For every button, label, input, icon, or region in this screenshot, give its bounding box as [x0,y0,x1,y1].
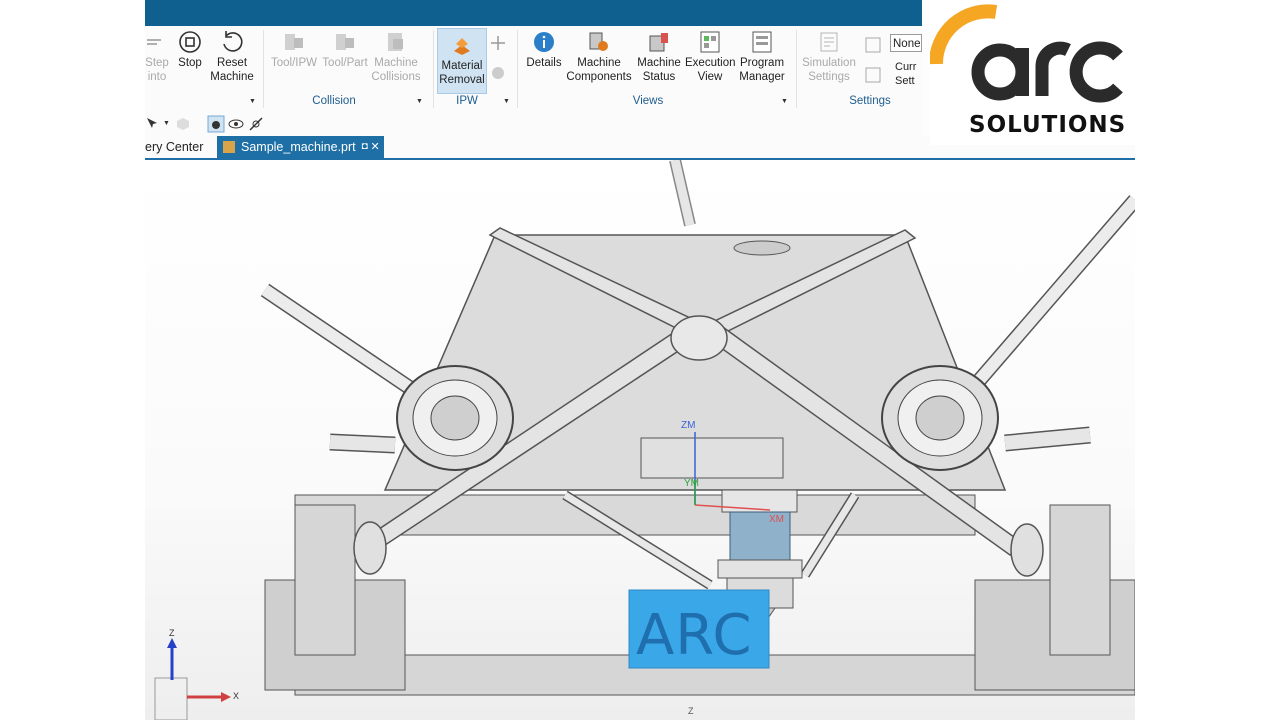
current-settings-button[interactable]: Curr Sett [895,60,925,88]
machine-collisions-button[interactable]: Machine Collisions [371,26,421,84]
stop-button[interactable]: Stop [174,26,206,70]
ribbon: Step into Stop Reset Machine ▼ Tool/IPW … [145,26,922,113]
step-into-icon [147,39,161,45]
machine-status-button[interactable]: Machine Status [635,26,683,84]
info-icon [534,32,554,52]
chevron-down-icon[interactable]: ▼ [416,98,423,105]
execution-view-button[interactable]: Execution View [685,26,736,84]
simulation-settings-button[interactable]: Simulation Settings [800,26,858,84]
workpiece-engraving: ARC [636,603,753,668]
group-settings: Settings [849,95,891,107]
reset-machine-label: Reset Machine [210,57,254,83]
top-port [733,240,791,256]
bottom-axis-label: Z [688,706,694,716]
ipw-small-icon[interactable] [489,64,507,82]
tool-part-label: Tool/Part [322,57,368,69]
details-label: Details [526,57,562,69]
machine-collisions-label: Machine Collisions [371,57,421,83]
stop-icon [179,31,201,53]
central-hub [670,315,728,361]
triad-x-label: X [233,691,240,701]
graphics-viewport[interactable]: ARC ZM YM XM Z X Z [145,158,1135,720]
right-bearing [881,365,999,471]
reset-machine-button[interactable]: Reset Machine [207,26,257,84]
tool-ipw-label: Tool/IPW [270,57,317,69]
part-file-icon [223,141,235,153]
program-manager-label: Program Manager [739,57,785,83]
wcs-ym-label: YM [684,478,699,489]
close-icon[interactable]: ✕ [370,136,379,158]
chevron-down-icon[interactable]: ▼ [781,98,788,105]
logo-solutions-text: SOLUTIONS [969,112,1127,138]
housing-window [640,437,784,479]
mcs-view-icon[interactable] [207,115,225,133]
machine-collisions-icon [388,33,403,51]
reset-icon [223,31,243,52]
group-ipw: IPW [456,95,478,107]
machine-status-icon [649,33,668,52]
group-collision: Collision [312,95,356,107]
execution-view-icon [700,31,720,53]
chevron-down-icon[interactable]: ▼ [503,98,510,105]
material-removal-label: Material Removal [439,60,485,86]
chevron-down-icon[interactable]: ▼ [163,120,170,127]
group-views: Views [632,95,664,107]
separator [796,30,797,108]
wcs-zm-label: ZM [681,420,696,431]
machine-components-button[interactable]: Machine Components [565,26,633,84]
material-removal-button[interactable]: Material Removal [437,28,487,94]
tool-ipw-icon [285,34,303,50]
details-button[interactable]: Details [523,26,565,70]
left-bearing [396,365,514,471]
wcs-xm-label: XM [769,514,784,525]
tool-part-icon [336,34,354,50]
step-into-label: Step into [145,57,169,83]
ipw-small-icon[interactable] [489,34,507,52]
tab-discovery-center[interactable]: ery Center [145,136,209,158]
left-column [294,504,356,656]
triad-box [154,677,188,720]
cube-icon[interactable] [175,116,191,132]
triad-x-arrow [221,692,231,702]
quick-access-toolbar: ▼ [145,112,922,136]
machine-components-icon [589,32,608,51]
simulation-settings-label: Simulation Settings [802,57,856,83]
simulation-settings-icon [820,32,838,52]
tab-label: Sample_machine.prt [241,140,356,154]
stop-label: Stop [178,57,202,69]
machine-components-label: Machine Components [566,57,632,83]
program-manager-button[interactable]: Program Manager [737,26,787,84]
arc-logo-mark [928,4,1123,103]
separator [433,30,434,108]
right-column [1049,504,1111,656]
separator [517,30,518,108]
tool-ipw-button[interactable]: Tool/IPW [269,26,319,70]
title-bar [145,0,922,26]
settings-small-icon[interactable] [864,66,882,84]
triad-z-arrow [167,638,177,648]
tool-part-button[interactable]: Tool/Part [321,26,369,70]
execution-view-label: Execution View [685,57,736,83]
program-manager-icon [752,31,772,53]
machine-status-label: Machine Status [637,57,681,83]
current-settings-label: Curr Sett [895,61,917,87]
hide-icon[interactable] [248,116,264,132]
settings-small-icon[interactable] [864,36,882,54]
triad-z-label: Z [169,628,175,638]
select-arrow-icon[interactable] [145,116,161,132]
separator [263,30,264,108]
step-into-button[interactable]: Step into [145,26,173,84]
pin-icon[interactable]: ◘ [362,136,368,158]
arc-solutions-logo: SOLUTIONS [928,0,1140,145]
chevron-down-icon[interactable]: ▼ [249,98,256,105]
none-dropdown[interactable]: None [890,34,922,52]
eye-icon[interactable] [228,116,244,132]
material-removal-icon [454,38,470,55]
tab-sample-machine[interactable]: Sample_machine.prt ◘ ✕ [217,136,384,158]
